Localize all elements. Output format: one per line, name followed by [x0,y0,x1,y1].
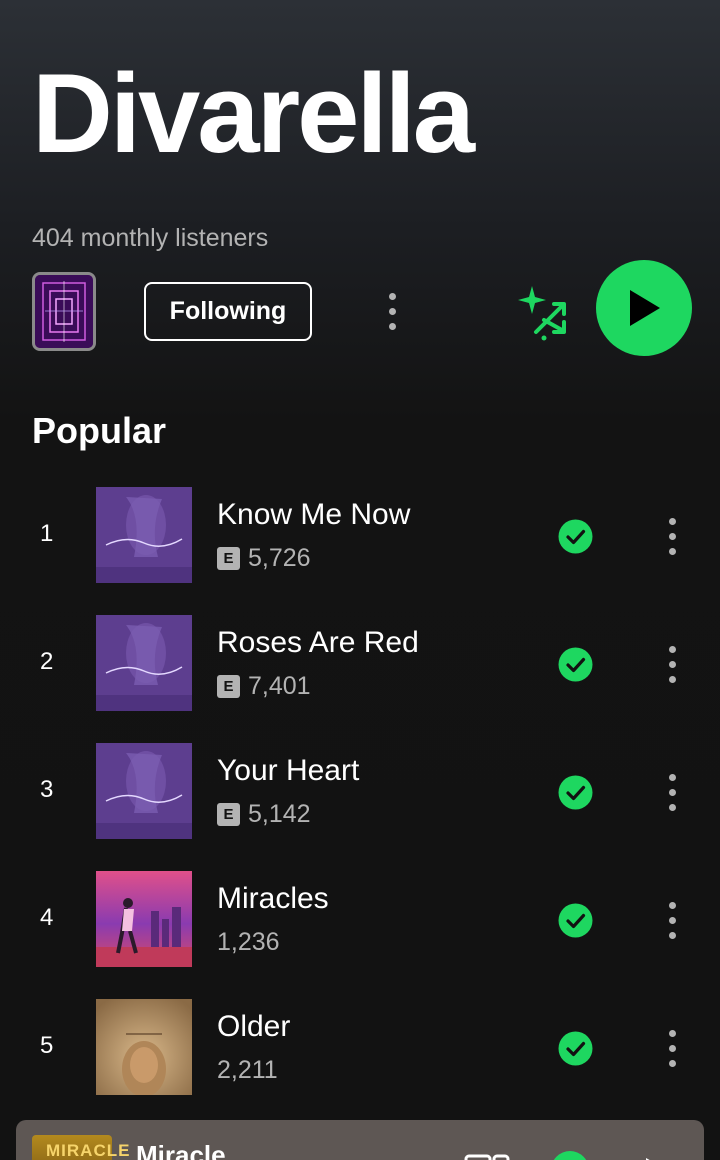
more-vert-icon[interactable] [660,1026,684,1070]
check-circle-icon[interactable] [550,1150,590,1160]
more-vert-icon[interactable] [660,770,684,814]
devices-icon[interactable] [462,1152,512,1160]
more-vert-icon[interactable] [660,642,684,686]
track-rank: 3 [40,776,54,803]
check-circle-icon[interactable] [558,903,593,938]
track-rank: 2 [40,648,54,675]
track-title: Older [217,1010,291,1043]
popular-track-list: 1 Know Me Now E 5,726 2 Roses Are Red E … [0,472,720,1112]
check-circle-icon[interactable] [558,519,593,554]
track-meta: 1,236 [217,928,280,957]
track-row[interactable]: 3 Your Heart E 5,142 [0,728,720,856]
track-row[interactable]: 5 Older 2,211 [0,984,720,1112]
artist-avatar[interactable] [32,272,96,351]
track-row[interactable]: 1 Know Me Now E 5,726 [0,472,720,600]
mini-player-cover: MIRACLE [32,1135,129,1160]
explicit-badge: E [217,803,240,826]
monthly-listeners: 404 monthly listeners [32,224,269,252]
track-plays: 1,236 [217,928,280,956]
track-plays: 7,401 [248,672,311,700]
track-meta: E 5,726 [217,544,311,573]
track-meta: E 5,142 [217,800,311,829]
artist-controls: Following [0,258,720,358]
track-cover [96,999,192,1095]
track-plays: 5,142 [248,800,311,828]
play-icon[interactable] [640,1154,670,1160]
more-vert-icon[interactable] [660,898,684,942]
mini-player[interactable]: MIRACLE Miracle [16,1120,704,1160]
explicit-badge: E [217,675,240,698]
play-icon [630,290,660,326]
popular-heading: Popular [32,410,167,451]
track-row[interactable]: 2 Roses Are Red E 7,401 [0,600,720,728]
more-vert-icon[interactable] [660,514,684,558]
track-title: Your Heart [217,754,360,787]
track-title: Roses Are Red [217,626,419,659]
track-rank: 4 [40,904,54,931]
track-cover [96,871,192,967]
track-cover [96,487,192,583]
smart-shuffle-icon[interactable] [514,282,574,342]
more-vert-icon[interactable] [380,289,404,333]
explicit-badge: E [217,547,240,570]
track-plays: 2,211 [217,1056,278,1084]
following-button[interactable]: Following [144,282,312,341]
check-circle-icon[interactable] [558,647,593,682]
artist-page: Divarella 404 monthly listeners Followin… [0,0,720,1160]
track-title: Know Me Now [217,498,411,531]
track-plays: 5,726 [248,544,311,572]
mini-player-title: Miracle [136,1140,226,1160]
artist-name: Divarella [32,51,475,176]
track-cover [96,743,192,839]
track-meta: E 7,401 [217,672,311,701]
track-row[interactable]: 4 Miracles 1,236 [0,856,720,984]
track-cover [96,615,192,711]
track-rank: 1 [40,520,54,547]
track-title: Miracles [217,882,329,915]
track-rank: 5 [40,1032,54,1059]
check-circle-icon[interactable] [558,775,593,810]
track-meta: 2,211 [217,1056,278,1085]
check-circle-icon[interactable] [558,1031,593,1066]
play-button[interactable] [596,260,692,356]
